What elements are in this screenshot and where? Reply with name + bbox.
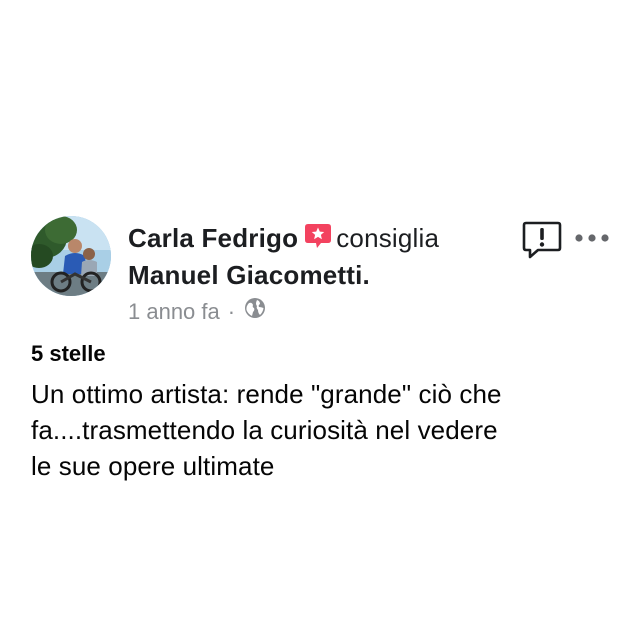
author-name[interactable]: Carla Fedrigo [128, 223, 298, 253]
report-icon[interactable] [522, 220, 562, 260]
post-meta: 1 anno fa · [128, 296, 267, 327]
post-header: Carla Fedrigo consiglia Manuel Giacomett… [128, 221, 508, 292]
more-options-icon[interactable] [572, 226, 612, 250]
globe-icon [243, 296, 267, 327]
review-text: Un ottimo artista: rende "grande" ciò ch… [31, 379, 502, 481]
meta-separator: · [227, 298, 236, 324]
recommend-badge-icon [304, 222, 332, 258]
review-post: Carla Fedrigo consiglia Manuel Giacomett… [0, 0, 640, 640]
rating-label: 5 stelle [31, 341, 106, 366]
timestamp[interactable]: 1 anno fa [128, 298, 220, 326]
avatar[interactable] [31, 216, 111, 296]
action-text: consiglia [336, 223, 440, 253]
avatar-photo [31, 216, 111, 296]
recommended-page-name[interactable]: Manuel Giacometti. [128, 258, 370, 292]
